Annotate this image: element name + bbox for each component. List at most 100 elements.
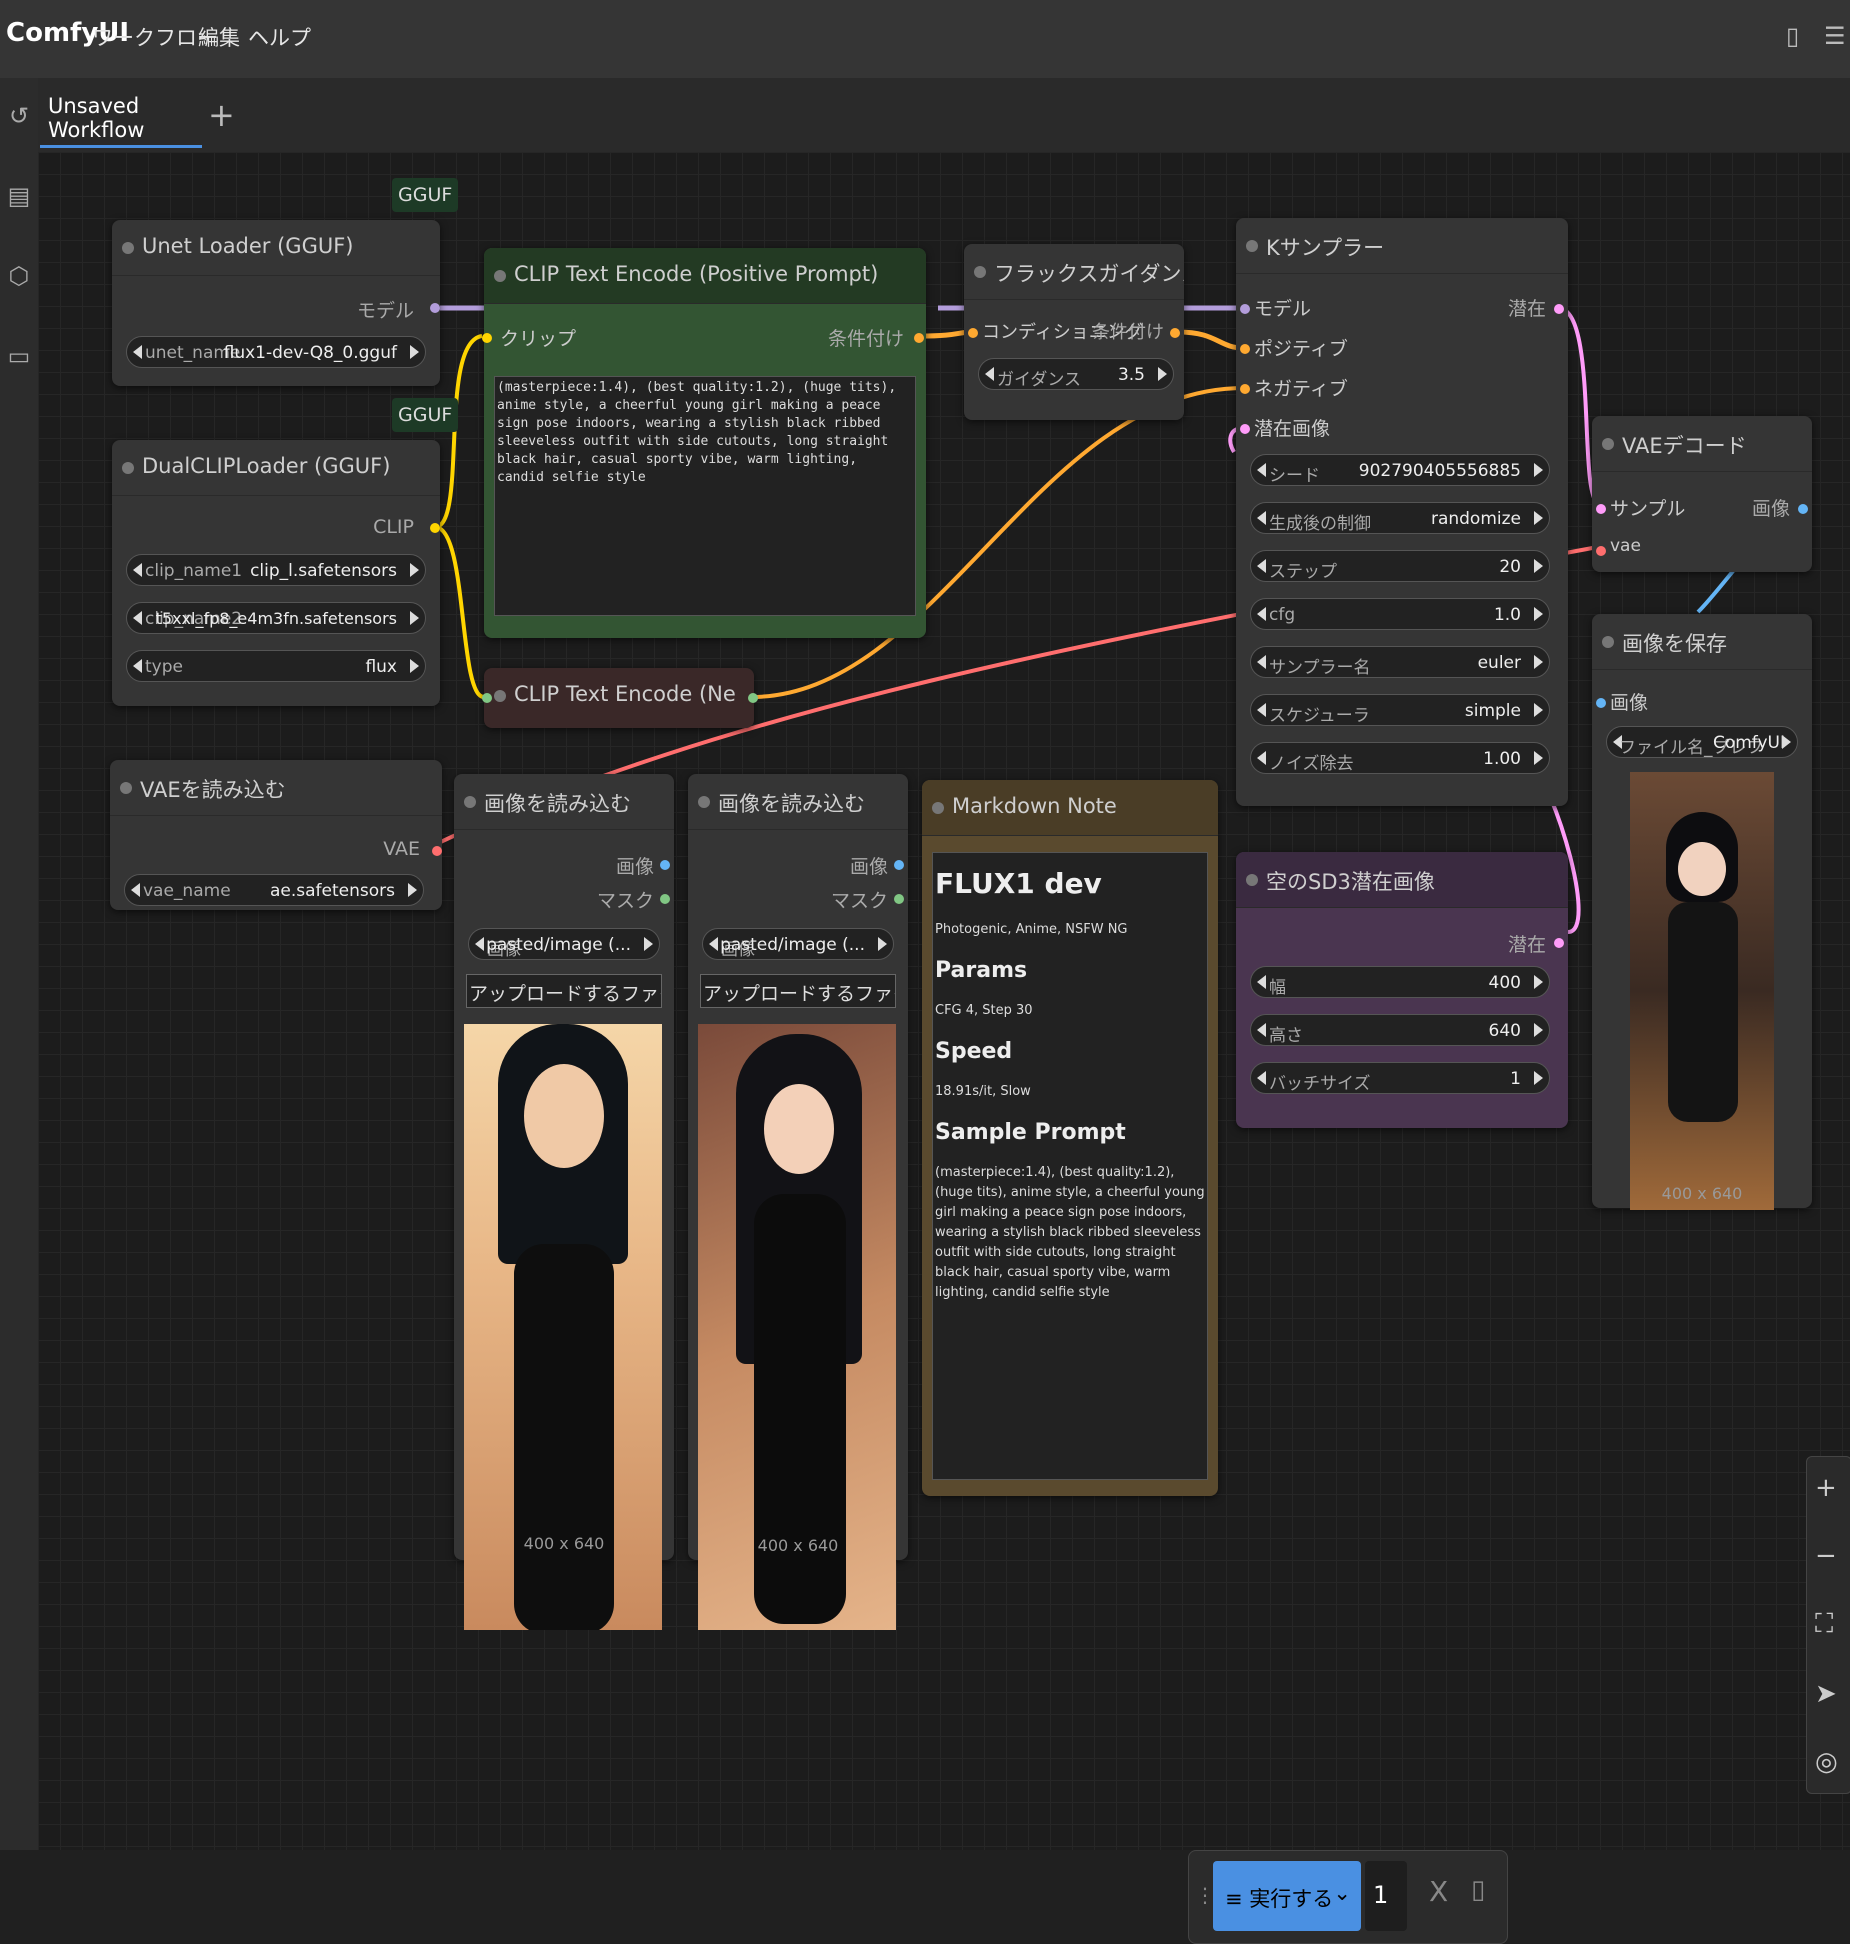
- widget-image-select[interactable]: 画像 pasted/image (...: [468, 928, 660, 960]
- node-markdown-note[interactable]: Markdown Note FLUX1 dev Photogenic, Anim…: [922, 780, 1218, 1496]
- output-slot-latent[interactable]: [1554, 304, 1564, 314]
- input-slot-conditioning[interactable]: [968, 328, 978, 338]
- widget-sampler-name[interactable]: サンプラー名 euler: [1250, 646, 1550, 678]
- history-icon[interactable]: ↺: [6, 102, 32, 130]
- widget-denoise[interactable]: ノイズ除去 1.00: [1250, 742, 1550, 774]
- input-slot-positive[interactable]: [1240, 344, 1250, 354]
- node-clip-text-positive[interactable]: CLIP Text Encode (Positive Prompt) クリップ …: [482, 248, 926, 638]
- widget-vae-name[interactable]: vae_name ae.safetensors: [124, 874, 424, 906]
- output-slot-latent[interactable]: [1554, 938, 1564, 948]
- widget-value: euler: [1477, 653, 1521, 673]
- output-slot-image[interactable]: [894, 860, 904, 870]
- input-slot-image[interactable]: [1596, 698, 1606, 708]
- markdown-body: FLUX1 dev Photogenic, Anime, NSFW NG Par…: [932, 852, 1208, 1480]
- md-paragraph: Photogenic, Anime, NSFW NG: [935, 922, 1128, 937]
- output-slot-image[interactable]: [1798, 504, 1808, 514]
- focus-icon[interactable]: ◎: [1815, 1747, 1838, 1777]
- input-slot-model[interactable]: [1240, 304, 1250, 314]
- node-load-image-2[interactable]: 画像を読み込む 画像 マスク 画像 pasted/image (... アップロ…: [688, 774, 908, 1630]
- input-slot-latent[interactable]: [1240, 424, 1250, 434]
- queue-toggle-icon[interactable]: ▯: [1471, 1875, 1485, 1905]
- output-slot-mask[interactable]: [660, 894, 670, 904]
- mobile-icon[interactable]: ▯: [1786, 22, 1799, 50]
- input-label: ネガティブ: [1254, 378, 1348, 400]
- widget-value: 20: [1499, 557, 1521, 577]
- node-empty-sd3-latent[interactable]: 空のSD3潜在画像 潜在 幅 400 高さ 640 バッチサイズ 1: [1236, 852, 1568, 1128]
- widget-cfg[interactable]: cfg 1.0: [1250, 598, 1550, 630]
- node-save-image[interactable]: 画像を保存 画像 ファイル名_プレフ ComfyUI 400 x 640: [1592, 614, 1812, 1210]
- prompt-textarea[interactable]: (masterpiece:1.4), (best quality:1.2), (…: [494, 376, 916, 616]
- output-slot-vae[interactable]: [432, 846, 442, 856]
- input-slot-vae[interactable]: [1596, 546, 1606, 556]
- node-flux-guidance[interactable]: フラックスガイダンス コンディショニング 条件付け ガイダンス 3.5: [964, 244, 1184, 420]
- run-icon: ≡: [1225, 1887, 1250, 1911]
- widget-label: ガイダンス: [997, 370, 1081, 390]
- input-slot-clip[interactable]: [482, 333, 492, 343]
- minus-icon[interactable]: −: [1815, 1541, 1837, 1571]
- widget-clip-name2[interactable]: clip_name2 t5xxl_fp8_e4m3fn.safetensors: [126, 602, 426, 634]
- node-dualclip-loader[interactable]: DualCLIPLoader (GGUF) CLIP clip_name1 cl…: [112, 440, 440, 706]
- output-slot-conditioning[interactable]: [914, 333, 924, 343]
- widget-label: サンプラー名: [1269, 658, 1371, 678]
- node-vae-loader[interactable]: VAEを読み込む VAE vae_name ae.safetensors: [110, 760, 442, 910]
- output-label-image: 画像: [849, 856, 888, 878]
- widget-guidance[interactable]: ガイダンス 3.5: [978, 358, 1174, 390]
- widget-scheduler[interactable]: スケジューラ simple: [1250, 694, 1550, 726]
- output-slot-model[interactable]: [430, 303, 440, 313]
- widget-unet-name[interactable]: unet_name flux1-dev-Q8_0.gguf: [126, 336, 426, 368]
- upload-button[interactable]: アップロードするファイルを選択: [466, 974, 662, 1008]
- hamburger-icon[interactable]: ☰: [1824, 22, 1846, 50]
- widget-width[interactable]: 幅 400: [1250, 966, 1550, 998]
- run-toolbar: ⋮ ≡ 実行する ⌄ 1 X ▯: [1188, 1850, 1508, 1944]
- cube-icon[interactable]: ⬡: [6, 262, 32, 290]
- tab-bar: Unsaved Workflow +: [38, 78, 1850, 152]
- node-clip-text-negative[interactable]: CLIP Text Encode (Ne: [482, 668, 758, 728]
- widget-height[interactable]: 高さ 640: [1250, 1014, 1550, 1046]
- node-load-image-1[interactable]: 画像を読み込む 画像 マスク 画像 pasted/image (... アップロ…: [454, 774, 674, 1630]
- menu-edit[interactable]: 編集: [198, 22, 240, 52]
- upload-button[interactable]: アップロードするファイルを選択: [700, 974, 896, 1008]
- add-tab-button[interactable]: +: [208, 96, 235, 134]
- drag-handle-icon[interactable]: ⋮: [1195, 1883, 1215, 1907]
- widget-filename-prefix[interactable]: ファイル名_プレフ ComfyUI: [1606, 726, 1798, 758]
- output-slot-clip[interactable]: [430, 523, 440, 533]
- node-vae-decode[interactable]: VAEデコード サンプル 画像 vae: [1592, 416, 1812, 572]
- widget-value: 3.5: [1117, 365, 1145, 385]
- node-unet-loader[interactable]: Unet Loader (GGUF) モデル unet_name flux1-d…: [112, 220, 440, 386]
- widget-clip-name1[interactable]: clip_name1 clip_l.safetensors: [126, 554, 426, 586]
- tab-unsaved-workflow[interactable]: Unsaved Workflow: [40, 78, 202, 148]
- batch-count-stepper[interactable]: 1: [1365, 1861, 1407, 1931]
- output-slot-conditioning[interactable]: [1170, 328, 1180, 338]
- output-slot-image[interactable]: [660, 860, 670, 870]
- input-slot-negative[interactable]: [1240, 384, 1250, 394]
- widget-value: 400: [1488, 973, 1521, 993]
- widget-steps[interactable]: ステップ 20: [1250, 550, 1550, 582]
- input-slot-samples[interactable]: [1596, 504, 1606, 514]
- cancel-button[interactable]: X: [1429, 1875, 1448, 1908]
- folder-icon[interactable]: ▭: [6, 342, 32, 370]
- fit-view-icon[interactable]: ⛶: [1815, 1609, 1833, 1640]
- input-label: 潜在画像: [1254, 418, 1331, 440]
- node-title: CLIP Text Encode (Ne: [484, 668, 754, 724]
- md-heading-speed: Speed: [935, 1039, 1013, 1064]
- output-slot-mask[interactable]: [894, 894, 904, 904]
- pointer-icon[interactable]: ➤: [1815, 1679, 1837, 1709]
- widget-seed[interactable]: シード 902790405556885: [1250, 454, 1550, 486]
- input-slot-clip[interactable]: [482, 693, 492, 703]
- output-slot-conditioning[interactable]: [748, 693, 758, 703]
- node-ksampler[interactable]: Kサンプラー モデル 潜在 ポジティブ ネガティブ 潜在画像 シード 90279…: [1236, 218, 1568, 806]
- output-label: 潜在: [1507, 934, 1546, 956]
- plus-icon[interactable]: +: [1815, 1473, 1837, 1503]
- widget-control-after-generate[interactable]: 生成後の制御 randomize: [1250, 502, 1550, 534]
- widget-value: flux1-dev-Q8_0.gguf: [223, 343, 397, 363]
- menu-help[interactable]: ヘルプ: [248, 22, 311, 52]
- run-button[interactable]: ≡ 実行する ⌄: [1213, 1861, 1361, 1931]
- widget-batch-size[interactable]: バッチサイズ 1: [1250, 1062, 1550, 1094]
- widget-type[interactable]: type flux: [126, 650, 426, 682]
- queue-icon[interactable]: ▤: [6, 182, 32, 210]
- graph-canvas[interactable]: GGUF Unet Loader (GGUF) モデル unet_name fl…: [38, 152, 1850, 1944]
- chevron-down-icon[interactable]: ⌄: [1333, 1881, 1351, 1905]
- widget-image-select[interactable]: 画像 pasted/image (...: [702, 928, 894, 960]
- input-label: モデル: [1254, 298, 1312, 320]
- output-label-mask: マスク: [830, 890, 888, 912]
